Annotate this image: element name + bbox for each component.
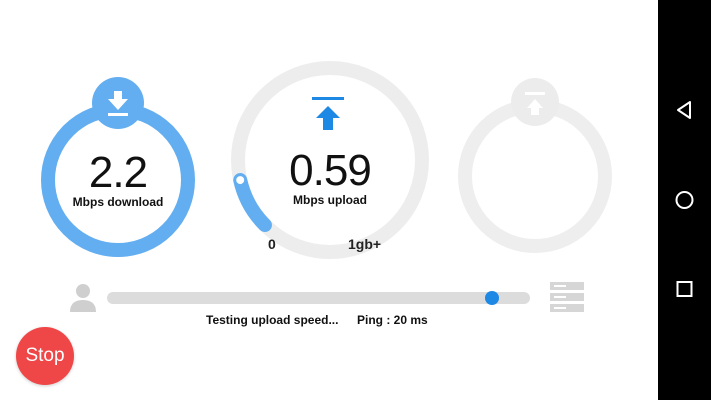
- stop-button[interactable]: Stop: [16, 327, 74, 385]
- user-icon: [70, 284, 96, 312]
- gauges-area: [41, 61, 612, 259]
- download-badge: [92, 77, 144, 129]
- test-status-text: Testing upload speed...: [206, 313, 339, 327]
- download-unit-label: Mbps download: [72, 195, 164, 209]
- home-icon[interactable]: [658, 180, 711, 220]
- upload-scale-max: 1gb+: [348, 236, 382, 252]
- upload-gauge-dot: [234, 174, 247, 187]
- android-nav-bar: [658, 0, 711, 400]
- test-progress-knob: [484, 291, 499, 305]
- third-gauge-ring: [458, 99, 612, 253]
- upload-arrow-icon: [312, 97, 344, 130]
- back-icon[interactable]: [658, 90, 711, 130]
- ping-text: Ping : 20 ms: [357, 313, 428, 327]
- upload-scale-min: 0: [268, 236, 276, 252]
- download-value: 2.2: [88, 148, 148, 197]
- server-icon: [550, 282, 584, 312]
- third-gauge-badge: [511, 78, 559, 126]
- recents-icon[interactable]: [658, 269, 711, 309]
- upload-unit-label: Mbps upload: [293, 193, 367, 207]
- speedtest-app: 2.2 Mbps download 0.59 Mbps upload 0 1gb…: [0, 0, 658, 400]
- test-progress-bar: [107, 291, 530, 305]
- upload-value: 0.59: [289, 146, 372, 195]
